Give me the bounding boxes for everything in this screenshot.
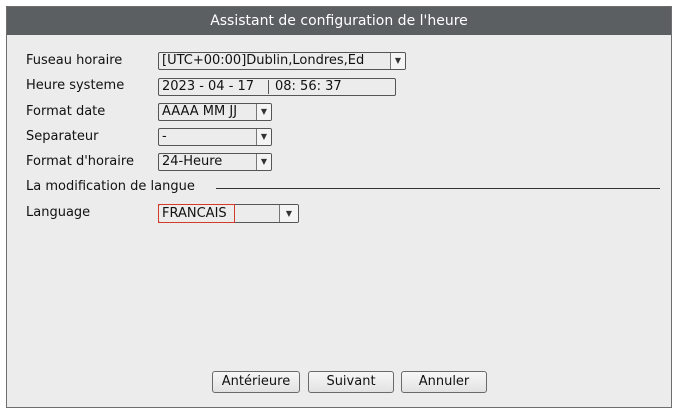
- system-time-label: Heure systeme: [26, 78, 125, 93]
- language-label: Language: [26, 205, 91, 220]
- timezone-value: [UTC+00:00]Dublin,Londres,Ed: [162, 53, 365, 68]
- time-format-select[interactable]: 24-Heure ▼: [158, 153, 272, 171]
- timezone-select[interactable]: [UTC+00:00]Dublin,Londres,Ed ▼: [158, 52, 406, 70]
- time-format-label: Format d'horaire: [26, 154, 134, 169]
- separator-label: Separateur: [26, 129, 99, 144]
- chevron-down-icon[interactable]: ▼: [256, 129, 271, 145]
- chevron-down-icon[interactable]: ▼: [256, 154, 271, 170]
- chevron-down-icon[interactable]: ▼: [256, 104, 271, 120]
- next-button[interactable]: Suivant: [308, 371, 394, 393]
- system-time-field[interactable]: 2023 - 04 - 17 08: 56: 37: [158, 78, 396, 96]
- previous-button[interactable]: Antérieure: [212, 371, 300, 393]
- dialog-title: Assistant de configuration de l'heure: [7, 7, 671, 35]
- time-format-value: 24-Heure: [162, 154, 223, 169]
- language-select[interactable]: FRANCAIS ▼: [158, 204, 299, 223]
- separator-select[interactable]: - ▼: [158, 128, 272, 146]
- date-format-label: Format date: [26, 104, 106, 119]
- separator-value: -: [162, 129, 167, 144]
- chevron-down-icon[interactable]: ▼: [279, 205, 298, 222]
- language-section-title: La modification de langue: [26, 179, 195, 194]
- date-time-divider: [268, 80, 269, 94]
- date-format-select[interactable]: AAAA MM JJ ▼: [158, 103, 272, 121]
- language-value: FRANCAIS: [162, 206, 227, 221]
- date-format-value: AAAA MM JJ: [162, 104, 238, 119]
- section-divider: [216, 188, 660, 189]
- timezone-label: Fuseau horaire: [26, 53, 123, 68]
- cancel-button[interactable]: Annuler: [401, 371, 487, 393]
- system-time-value[interactable]: 08: 56: 37: [275, 79, 342, 95]
- chevron-down-icon[interactable]: ▼: [390, 53, 405, 69]
- system-date-value[interactable]: 2023 - 04 - 17: [162, 79, 254, 95]
